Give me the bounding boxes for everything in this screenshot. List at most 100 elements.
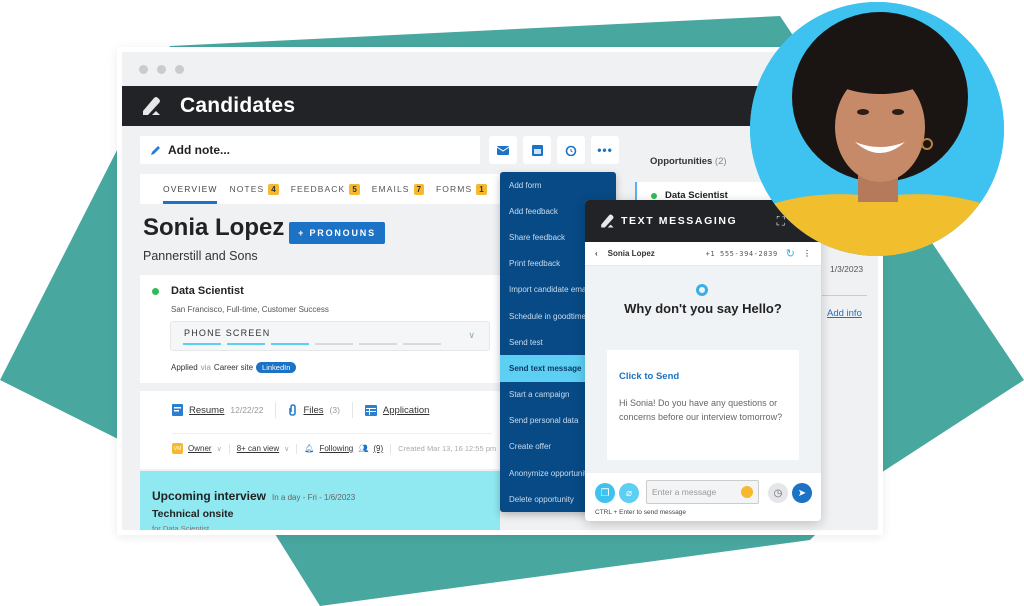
add-pronouns-button[interactable]: + PRONOUNS	[289, 222, 385, 244]
paperclip-icon: ⌀	[625, 487, 633, 499]
opportunities-heading: Opportunities (2)	[650, 156, 727, 167]
copy-icon: ❐	[600, 487, 610, 499]
stage-step	[403, 343, 441, 345]
sms-contact-bar: ‹ Sonia Lopez +1 555-394-2039 ↻ ⋮	[585, 242, 821, 266]
following-toggle[interactable]: Following	[319, 444, 353, 453]
meta-row: VM Owner ∨ 8+ can view ∨ 🔔︎ Following 👥︎…	[172, 443, 496, 454]
tab-feedback[interactable]: FEEDBACK 5	[291, 174, 360, 204]
applied-label: Applied	[171, 363, 198, 372]
candidate-company: Pannerstill and Sons	[143, 249, 258, 263]
tab-label: OVERVIEW	[163, 184, 218, 194]
reminder-button[interactable]	[557, 136, 585, 164]
status-dot	[651, 193, 657, 199]
files-card: Resume 12/22/22 Files (3) Application VM…	[140, 391, 500, 469]
attach-button[interactable]: ⌀	[619, 483, 639, 503]
message-template-card[interactable]: Click to Send Hi Sonia! Do you have any …	[607, 350, 799, 460]
sms-title: TEXT MESSAGING	[621, 215, 738, 227]
divider	[351, 402, 353, 418]
tab-forms[interactable]: FORMS 1	[436, 174, 487, 204]
count-badge: 1	[476, 183, 487, 195]
interview-title: Upcoming interview	[152, 489, 267, 503]
owner-dropdown[interactable]: Owner	[188, 444, 212, 453]
stage-step	[271, 343, 309, 345]
candidate-photo	[750, 2, 1004, 256]
contact-name: Sonia Lopez	[607, 249, 655, 258]
interview-for: for Data Scientist	[152, 524, 210, 533]
stage-label: PHONE SCREEN	[184, 328, 271, 338]
more-actions-button[interactable]: •••	[591, 136, 619, 164]
text-messaging-panel: TEXT MESSAGING ⛶ ‹ Sonia Lopez +1 555-39…	[585, 200, 821, 521]
back-icon[interactable]: ‹	[595, 249, 598, 258]
divider	[275, 402, 277, 418]
tab-notes[interactable]: NOTES 4	[229, 174, 279, 204]
email-button[interactable]	[489, 136, 517, 164]
applied-source: Applied via Career site LinkedIn	[171, 362, 297, 373]
candidate-tabs: OVERVIEW NOTES 4 FEEDBACK 5 EMAILS 7 FORMS 1	[140, 174, 500, 204]
source-label: Career site	[213, 363, 254, 372]
add-info-link[interactable]: Add info	[827, 308, 862, 319]
source-tag[interactable]: LinkedIn	[256, 362, 297, 373]
refresh-icon[interactable]: ↻	[786, 247, 795, 260]
pencil-icon	[151, 146, 160, 155]
menu-item-add-form[interactable]: Add form	[500, 172, 616, 198]
upcoming-interview-card[interactable]: Upcoming interview In a day - Fri - 1/6/2…	[140, 471, 500, 533]
stage-progress	[183, 343, 441, 345]
alarm-icon	[565, 145, 577, 156]
tab-label: FORMS	[436, 184, 473, 194]
chevron-down-icon: ∨	[468, 330, 475, 340]
kebab-menu-icon[interactable]: ⋮	[803, 249, 811, 258]
divider	[228, 443, 230, 454]
opportunity-date: 1/3/2023	[830, 264, 864, 274]
send-icon: ➤	[797, 487, 807, 499]
send-button[interactable]: ➤	[792, 483, 812, 503]
window-dot	[139, 64, 148, 74]
marketing-stage: Candidates Add note... ••• OVERVIEW NOTE…	[0, 0, 1024, 606]
message-input[interactable]: Enter a message	[646, 480, 759, 504]
message-placeholder: Enter a message	[652, 487, 717, 497]
sms-greeting: Why don't you say Hello?	[624, 301, 782, 316]
schedule-button[interactable]	[523, 136, 551, 164]
emoji-icon[interactable]	[741, 486, 753, 498]
files-link[interactable]: Files	[303, 405, 323, 416]
interview-type: Technical onsite	[152, 508, 234, 520]
interview-when: In a day - Fri - 1/6/2023	[272, 493, 356, 502]
application-link[interactable]: Application	[383, 405, 429, 416]
window-dot	[175, 64, 184, 74]
created-date: Created Mar 13, 16 12:55 pm	[398, 444, 497, 453]
candidate-name: Sonia Lopez	[143, 214, 285, 241]
stage-select[interactable]: PHONE SCREEN ∨	[170, 321, 490, 351]
resume-date: 12/22/22	[230, 405, 264, 415]
mail-icon	[497, 145, 509, 155]
send-hint: CTRL + Enter to send message	[595, 509, 686, 516]
stage-step	[359, 343, 397, 345]
tab-overview[interactable]: OVERVIEW	[163, 174, 218, 204]
status-dot	[152, 288, 159, 295]
via-label: via	[200, 363, 211, 372]
click-to-send-link[interactable]: Click to Send	[619, 371, 679, 382]
window-dot	[157, 64, 166, 74]
visibility-dropdown[interactable]: 8+ can view	[237, 444, 279, 453]
application-icon	[364, 404, 377, 416]
template-message: Hi Sonia! Do you have any questions or c…	[619, 398, 783, 422]
templates-button[interactable]: ❐	[595, 483, 615, 503]
stage-step	[183, 343, 221, 345]
followers-count[interactable]: (9)	[373, 444, 383, 453]
page-title: Candidates	[180, 94, 296, 117]
add-note-input[interactable]: Add note...	[140, 136, 480, 164]
tab-label: FEEDBACK	[290, 184, 346, 194]
files-count: (3)	[329, 405, 340, 415]
divider	[390, 443, 392, 454]
count-badge: 7	[413, 183, 425, 195]
tab-emails[interactable]: EMAILS 7	[372, 174, 425, 204]
stage-step	[227, 343, 265, 345]
resume-link[interactable]: Resume	[189, 405, 224, 416]
job-card: Data Scientist San Francisco, Full-time,…	[140, 275, 500, 383]
schedule-send-button[interactable]: ◷	[768, 483, 788, 503]
opportunities-count: (2)	[714, 156, 727, 167]
brand-logo-icon	[696, 284, 708, 296]
stage-step	[315, 343, 353, 345]
paperclip-icon	[289, 404, 297, 416]
job-details: San Francisco, Full-time, Customer Succe…	[171, 305, 329, 314]
clock-icon: ◷	[773, 487, 783, 499]
add-note-label: Add note...	[168, 143, 230, 157]
